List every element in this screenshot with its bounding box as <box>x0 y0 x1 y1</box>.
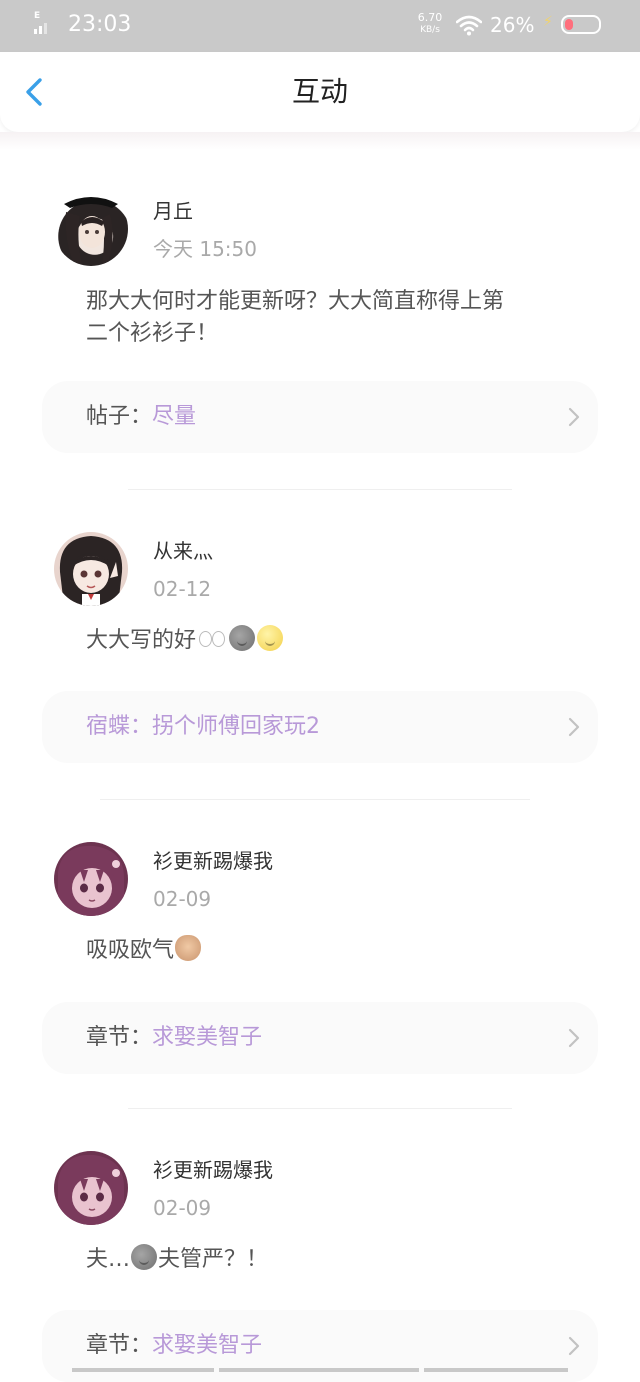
source-title: 拐个师傅回家玩2 <box>152 714 321 739</box>
avatar[interactable] <box>54 1151 128 1225</box>
smiling-face-emoji-icon <box>257 625 284 651</box>
source-link[interactable]: 帖子：尽量 <box>42 381 598 453</box>
comment-text: 夫… 夫管严？！ <box>86 1244 586 1276</box>
comment-line: 二个衫衫子！ <box>86 321 219 346</box>
username[interactable]: 衫更新踢爆我 <box>153 848 273 874</box>
source-label: 帖子： <box>86 404 153 429</box>
network-speed-unit: KB/s <box>420 25 440 35</box>
battery-percent: 26% <box>490 13 535 37</box>
chevron-right-icon <box>568 407 580 427</box>
avatar[interactable] <box>54 192 128 266</box>
page-title: 互动 <box>291 75 348 108</box>
divider <box>128 489 512 490</box>
home-indicator <box>219 1368 419 1372</box>
chevron-right-icon <box>568 717 580 737</box>
eyes-emoji-icon <box>197 625 227 651</box>
source-title: 尽量 <box>152 404 197 429</box>
comment-line: 夫管严？！ <box>158 1247 269 1272</box>
username[interactable]: 月丘 <box>153 198 193 224</box>
status-time: 23:03 <box>68 12 132 37</box>
comment-line: 那大大何时才能更新呀？大大简直称得上第 <box>86 289 505 314</box>
status-bar: E 23:03 6.70 KB/s 26% ⚡ <box>0 0 640 52</box>
timestamp: 今天 15:50 <box>153 237 257 261</box>
moon-face-emoji-icon <box>131 1244 158 1270</box>
avatar[interactable] <box>54 532 128 606</box>
charging-icon: ⚡ <box>543 14 553 30</box>
source-link[interactable]: 章节：求娶美智子 <box>42 1002 598 1074</box>
battery-level <box>565 19 573 30</box>
network-speed-value: 6.70 <box>417 11 443 24</box>
avatar-art <box>64 197 118 264</box>
username[interactable]: 衫更新踢爆我 <box>153 1157 273 1183</box>
divider <box>128 1108 512 1109</box>
wifi-icon <box>456 15 482 36</box>
see-no-evil-monkey-emoji-icon <box>175 935 202 961</box>
network-speed: 6.70 KB/s <box>413 12 447 36</box>
signal-icon: E <box>34 12 50 36</box>
avatar[interactable] <box>54 842 128 916</box>
chevron-right-icon <box>568 1336 580 1356</box>
source-title: 求娶美智子 <box>152 1333 263 1358</box>
source-label: 宿蝶： <box>86 714 153 739</box>
home-indicator <box>72 1368 214 1372</box>
timestamp: 02-09 <box>153 887 212 911</box>
avatar-art <box>59 536 123 606</box>
timestamp: 02-09 <box>153 1196 212 1220</box>
source-label: 章节： <box>86 1025 153 1050</box>
nav-shadow <box>0 132 640 150</box>
home-indicator <box>424 1368 568 1372</box>
comment-text: 大大写的好 <box>86 625 586 657</box>
divider <box>100 799 530 800</box>
nav-bar: 互动 <box>0 52 640 132</box>
source-label: 章节： <box>86 1333 153 1358</box>
chevron-right-icon <box>568 1028 580 1048</box>
comment-text: 那大大何时才能更新呀？大大简直称得上第 二个衫衫子！ <box>86 286 586 350</box>
source-title: 求娶美智子 <box>152 1025 263 1050</box>
network-type: E <box>34 11 41 21</box>
comment-line: 夫… <box>86 1247 131 1272</box>
timestamp: 02-12 <box>153 577 212 601</box>
battery-icon <box>561 15 601 34</box>
source-link[interactable]: 宿蝶：拐个师傅回家玩2 <box>42 691 598 763</box>
username[interactable]: 从来灬 <box>153 538 213 564</box>
moon-face-emoji-icon <box>229 625 256 651</box>
avatar-art <box>58 1154 124 1225</box>
avatar-art <box>58 845 124 916</box>
comment-line: 吸吸欧气 <box>86 938 175 963</box>
comment-text: 吸吸欧气 <box>86 935 586 967</box>
comment-line: 大大写的好 <box>86 628 197 653</box>
